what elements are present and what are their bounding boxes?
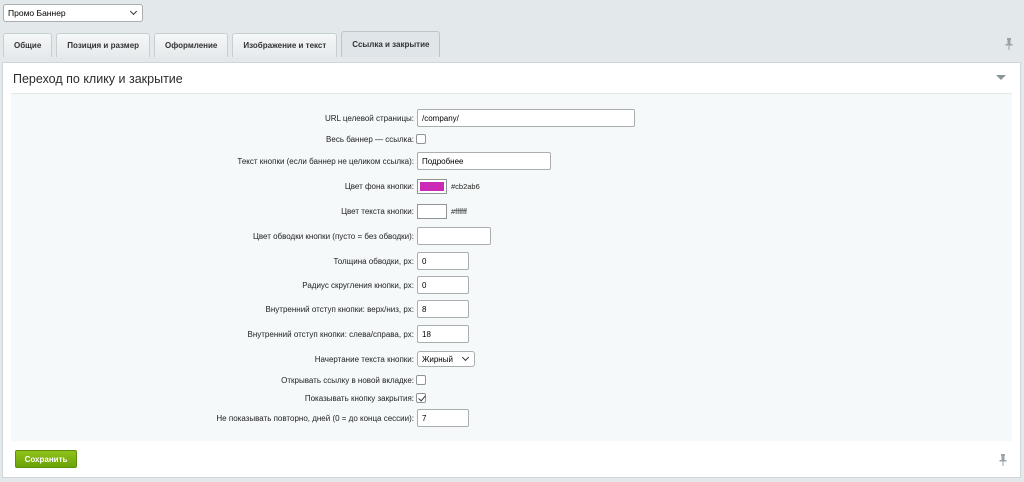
border-color-input[interactable]	[417, 227, 491, 245]
banner-select[interactable]: Промо Баннер	[3, 4, 143, 22]
settings-panel: Переход по клику и закрытие URL целевой …	[2, 62, 1021, 478]
bg-color-label: Цвет фона кнопки:	[344, 181, 414, 191]
row-border-width: Толщина обводки, px: 0	[11, 252, 1012, 270]
whole-link-label: Весь баннер — ссылка:	[326, 134, 414, 144]
tab-position-size[interactable]: Позиция и размер	[56, 33, 151, 57]
tab-bar: Общие Позиция и размер Оформление Изобра…	[3, 31, 441, 57]
url-input[interactable]: /company/	[417, 109, 635, 127]
row-show-close: Показывать кнопку закрытия:	[11, 389, 1012, 407]
button-text-label: Текст кнопки (если баннер не целиком ссы…	[237, 156, 414, 166]
text-color-label: Цвет текста кнопки:	[341, 206, 414, 216]
pad-h-label: Внутренний отступ кнопки: слева/справа, …	[247, 329, 415, 339]
whole-link-checkbox[interactable]	[416, 134, 426, 144]
font-weight-label: Начертание текста кнопки:	[314, 354, 414, 364]
show-close-checkbox[interactable]	[416, 393, 426, 403]
tab-design[interactable]: Оформление	[154, 33, 229, 57]
chevron-down-icon	[129, 7, 138, 16]
font-weight-select[interactable]: Жирный	[417, 351, 475, 367]
row-bg-color: Цвет фона кнопки: #cb2ab6	[11, 177, 1012, 195]
tab-image-text[interactable]: Изображение и текст	[232, 33, 338, 57]
text-color-value: #ffffff	[451, 206, 467, 216]
button-text-input[interactable]: Подробнее	[417, 152, 551, 170]
row-pad-h: Внутренний отступ кнопки: слева/справа, …	[11, 325, 1012, 343]
new-tab-checkbox[interactable]	[416, 375, 426, 385]
border-width-input[interactable]: 0	[417, 252, 469, 270]
tab-link-close[interactable]: Ссылка и закрытие	[341, 31, 441, 57]
row-pad-v: Внутренний отступ кнопки: верх/низ, px: …	[11, 300, 1012, 318]
radius-label: Радиус скругления кнопки, px:	[302, 280, 414, 290]
row-text-color: Цвет текста кнопки: #ffffff	[11, 202, 1012, 220]
pad-v-label: Внутренний отступ кнопки: верх/низ, px:	[265, 304, 414, 314]
save-button[interactable]: Сохранить	[15, 450, 77, 468]
pad-v-input[interactable]: 8	[417, 300, 469, 318]
row-no-repeat: Не показывать повторно, дней (0 = до кон…	[11, 409, 1012, 427]
border-width-label: Толщина обводки, px:	[333, 256, 414, 266]
pad-h-input[interactable]: 18	[417, 325, 469, 343]
new-tab-label: Открывать ссылку в новой вкладке:	[281, 375, 414, 385]
banner-select-value: Промо Баннер	[8, 8, 66, 18]
collapse-arrow-icon[interactable]	[996, 75, 1006, 80]
panel-title: Переход по клику и закрытие	[13, 72, 183, 86]
url-label: URL целевой страницы:	[324, 113, 414, 123]
bg-color-value: #cb2ab6	[451, 181, 480, 191]
pin-icon[interactable]	[1004, 38, 1014, 50]
no-repeat-input[interactable]: 7	[417, 409, 469, 427]
bg-color-swatch	[420, 181, 444, 191]
row-button-text: Текст кнопки (если баннер не целиком ссы…	[11, 152, 1012, 170]
row-whole-link: Весь баннер — ссылка:	[11, 130, 1012, 148]
no-repeat-label: Не показывать повторно, дней (0 = до кон…	[216, 413, 414, 423]
tab-general[interactable]: Общие	[3, 33, 53, 57]
font-weight-value: Жирный	[422, 354, 453, 364]
chevron-down-icon	[461, 353, 470, 362]
show-close-label: Показывать кнопку закрытия:	[304, 393, 414, 403]
form-area: URL целевой страницы: /company/ Весь бан…	[11, 93, 1012, 441]
row-border-color: Цвет обводки кнопки (пусто = без обводки…	[11, 227, 1012, 245]
row-radius: Радиус скругления кнопки, px: 0	[11, 276, 1012, 294]
text-color-swatch	[420, 206, 444, 216]
row-font-weight: Начертание текста кнопки: Жирный	[11, 350, 1012, 368]
row-url: URL целевой страницы: /company/	[11, 109, 1012, 127]
row-new-tab: Открывать ссылку в новой вкладке:	[11, 371, 1012, 389]
border-color-label: Цвет обводки кнопки (пусто = без обводки…	[252, 231, 414, 241]
text-color-picker[interactable]	[417, 203, 447, 219]
bg-color-picker[interactable]	[417, 178, 447, 194]
radius-input[interactable]: 0	[417, 276, 469, 294]
pin-icon[interactable]	[998, 454, 1008, 466]
